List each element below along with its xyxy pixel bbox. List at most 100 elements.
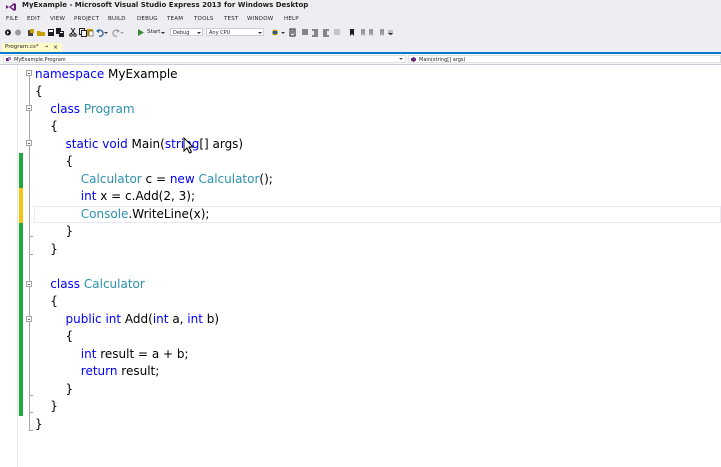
save-icon[interactable] xyxy=(47,28,55,37)
menu-debug[interactable]: DEBUG xyxy=(137,16,158,22)
code-line[interactable]: int x = c.Add(2, 3); xyxy=(35,188,195,206)
previous-bookmark-icon[interactable] xyxy=(358,28,366,37)
back-icon[interactable] xyxy=(4,28,12,37)
collapse-class-calculator-icon[interactable] xyxy=(26,281,32,287)
code-editor[interactable]: namespace MyExample{ class Program { sta… xyxy=(0,65,721,467)
code-line[interactable]: } xyxy=(35,223,74,241)
browser-link-dropdown-icon[interactable] xyxy=(281,28,285,37)
type-token: Calculator xyxy=(198,171,260,186)
type-token: Calculator xyxy=(83,276,145,291)
editor-margin xyxy=(17,65,18,467)
platform-dropdown[interactable]: Any CPU xyxy=(206,28,264,36)
type-dropdown[interactable]: MyExample.Program xyxy=(3,55,406,63)
platform-value: Any CPU xyxy=(209,30,231,36)
redo-icon[interactable] xyxy=(112,28,120,37)
code-line[interactable]: public int Add(int a, int b) xyxy=(35,311,220,329)
type-token: Calculator xyxy=(80,171,142,186)
menu-edit[interactable]: EDIT xyxy=(27,16,41,22)
keyword-token: int xyxy=(80,346,97,361)
redo-dropdown-icon[interactable] xyxy=(120,28,124,37)
menu-help[interactable]: HELP xyxy=(284,16,299,22)
save-all-icon[interactable] xyxy=(56,28,64,37)
code-token: { xyxy=(35,119,58,133)
start-icon[interactable] xyxy=(137,28,145,37)
comment-out-icon[interactable] xyxy=(333,28,341,37)
code-line[interactable]: Calculator c = new Calculator(); xyxy=(35,171,273,189)
keyword-token: void xyxy=(102,136,128,151)
menu-test[interactable]: TEST xyxy=(224,16,239,22)
keyword-token: int xyxy=(187,311,203,326)
toolbar-overflow-icon[interactable] xyxy=(388,28,393,37)
paste-icon[interactable] xyxy=(86,28,94,37)
code-line[interactable]: { xyxy=(35,328,74,346)
menu-tools[interactable]: TOOLS xyxy=(194,16,214,22)
undo-icon[interactable] xyxy=(96,28,104,37)
code-line[interactable]: { xyxy=(35,153,74,171)
find-in-files-icon[interactable] xyxy=(289,28,297,37)
code-token: } xyxy=(35,416,43,431)
mouse-cursor-icon xyxy=(183,137,195,154)
code-line[interactable]: Console.WriteLine(x); xyxy=(35,206,210,224)
undo-dropdown-icon[interactable] xyxy=(104,28,108,37)
bookmark-icon[interactable] xyxy=(348,28,356,37)
collapse-method-main-icon[interactable] xyxy=(26,140,32,146)
code-token: } xyxy=(35,241,58,256)
forward-icon[interactable] xyxy=(14,28,22,37)
code-token: a, xyxy=(168,311,188,326)
indent-icon[interactable] xyxy=(311,28,319,37)
outdent-icon[interactable] xyxy=(322,28,330,37)
code-line[interactable]: } xyxy=(35,398,58,416)
code-line[interactable]: static void Main(string[] args) xyxy=(35,136,244,154)
code-line[interactable]: } xyxy=(35,416,43,434)
toggle-comment-icon[interactable] xyxy=(301,28,309,37)
type-token: Program xyxy=(83,101,135,116)
code-line[interactable]: } xyxy=(35,381,74,399)
menu-team[interactable]: TEAM xyxy=(167,16,183,22)
open-file-icon[interactable] xyxy=(37,28,45,37)
menu-bar: FILE EDIT VIEW PROJECT BUILD DEBUG TEAM … xyxy=(0,14,721,26)
tab-program-cs[interactable]: Program.cs* → × xyxy=(2,43,62,52)
menu-build[interactable]: BUILD xyxy=(108,16,126,22)
start-dropdown-icon[interactable] xyxy=(161,28,165,37)
collapse-method-add-icon[interactable] xyxy=(26,316,32,322)
member-dropdown[interactable]: Main(string[] args) xyxy=(408,55,721,63)
code-token: { xyxy=(35,329,74,343)
cut-icon[interactable] xyxy=(69,28,77,37)
code-line[interactable]: int result = a + b; xyxy=(35,346,189,364)
clear-bookmarks-icon[interactable] xyxy=(378,28,386,37)
unsaved-change-marker xyxy=(19,188,23,223)
keyword-token: return xyxy=(80,364,118,378)
close-icon[interactable]: × xyxy=(53,43,58,52)
tab-label: Program.cs* xyxy=(5,44,39,50)
collapse-class-program-icon[interactable] xyxy=(26,105,32,111)
code-line[interactable]: } xyxy=(35,241,58,259)
code-line[interactable]: { xyxy=(35,118,58,136)
chevron-down-icon xyxy=(197,32,201,34)
menu-file[interactable]: FILE xyxy=(6,16,18,22)
keyword-token: static xyxy=(65,136,99,151)
configuration-dropdown[interactable]: Debug xyxy=(170,28,203,36)
code-token: } xyxy=(35,399,58,413)
menu-window[interactable]: WINDOW xyxy=(247,16,273,22)
code-token: MyExample xyxy=(104,66,178,81)
start-button[interactable]: Start xyxy=(147,29,160,35)
code-line[interactable]: { xyxy=(35,83,43,101)
next-bookmark-icon[interactable] xyxy=(368,28,376,37)
new-project-icon[interactable] xyxy=(27,28,35,37)
menu-view[interactable]: VIEW xyxy=(50,16,65,22)
code-token: { xyxy=(35,84,43,98)
browser-link-icon[interactable] xyxy=(271,28,279,37)
outline-guide-end xyxy=(29,254,33,255)
code-line[interactable]: { xyxy=(35,293,58,311)
menu-project[interactable]: PROJECT xyxy=(74,16,99,22)
keyword-token: public xyxy=(65,311,102,326)
code-line[interactable]: return result; xyxy=(35,363,160,381)
pin-icon[interactable]: → xyxy=(44,43,48,52)
code-line[interactable]: class Program xyxy=(35,101,135,119)
code-line[interactable]: class Calculator xyxy=(35,276,145,294)
code-line[interactable]: namespace MyExample xyxy=(35,66,178,84)
